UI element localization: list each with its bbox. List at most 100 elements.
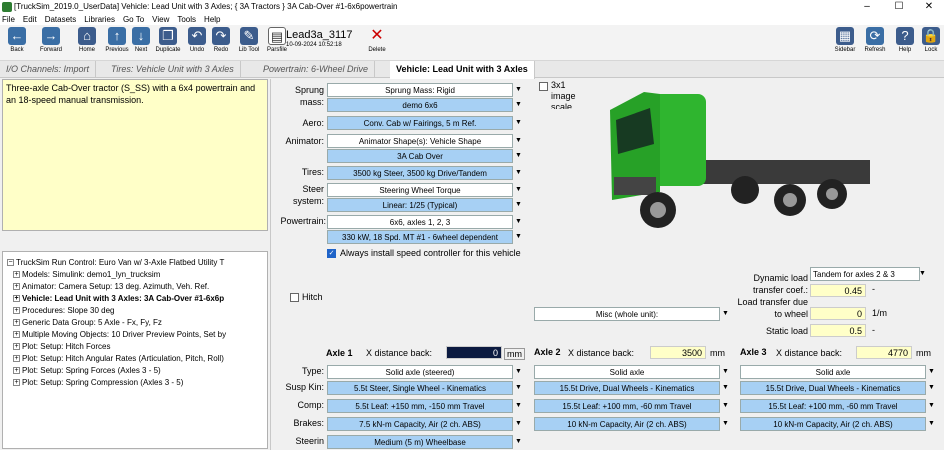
chevron-down-icon[interactable]: ▼ — [721, 417, 730, 431]
menu-view[interactable]: View — [152, 15, 169, 24]
axle1-type[interactable]: Solid axle (steered) — [327, 365, 513, 379]
axle2-kin[interactable]: 15.5t Drive, Dual Wheels - Kinematics — [534, 381, 720, 395]
tree-item[interactable]: + Plot: Setup: Hitch Forces — [13, 342, 110, 352]
animator-category[interactable]: Animator Shape(s): Vehicle Shape — [327, 134, 513, 148]
powertrain-dataset[interactable]: 330 kW, 18 Spd. MT #1 - 6wheel dependent — [327, 230, 513, 244]
sidebar-button[interactable]: ▦ Sidebar — [832, 27, 858, 59]
chevron-down-icon[interactable]: ▼ — [927, 365, 936, 379]
dynamic-load-select[interactable]: Tandem for axles 2 & 3 — [810, 267, 920, 281]
tree-root[interactable]: − TruckSim Run Control: Euro Van w/ 3-Axl… — [7, 258, 224, 268]
chevron-down-icon[interactable]: ▼ — [514, 134, 523, 148]
chevron-down-icon[interactable]: ▼ — [514, 149, 523, 163]
axle1-brakes[interactable]: 7.5 kN-m Capacity, Air (2 ch. ABS) — [327, 417, 513, 431]
axle3-kin[interactable]: 15.5t Drive, Dual Wheels - Kinematics — [740, 381, 926, 395]
close-button[interactable]: ✕ — [914, 0, 944, 14]
menu-help[interactable]: Help — [204, 15, 220, 24]
menu-goto[interactable]: Go To — [123, 15, 144, 24]
chevron-down-icon[interactable]: ▼ — [514, 198, 523, 212]
axle2-comp[interactable]: 15.5t Leaf: +100 mm, -60 mm Travel — [534, 399, 720, 413]
tree-item[interactable]: + Models: Simulink: demo1_lyn_trucksim — [13, 270, 160, 280]
chevron-down-icon[interactable]: ▼ — [927, 399, 936, 413]
chevron-down-icon[interactable]: ▼ — [514, 98, 523, 112]
chevron-down-icon[interactable]: ▼ — [721, 381, 730, 395]
powertrain-category[interactable]: 6x6, axles 1, 2, 3 — [327, 215, 513, 229]
tree-item[interactable]: + Plot: Setup: Hitch Angular Rates (Artic… — [13, 354, 224, 364]
chevron-down-icon[interactable]: ▼ — [514, 365, 523, 379]
help-button[interactable]: ? Help — [892, 27, 918, 59]
menu-file[interactable]: File — [2, 15, 15, 24]
forward-button[interactable]: → Forward — [38, 27, 64, 59]
speed-controller-checkbox[interactable]: ✓ — [327, 249, 336, 258]
animator-dataset[interactable]: 3A Cab Over — [327, 149, 513, 163]
tab-vehicle[interactable]: Vehicle: Lead Unit with 3 Axles — [390, 61, 535, 79]
tree-item[interactable]: + Plot: Setup: Spring Compression (Axles … — [13, 378, 183, 388]
pane-divider[interactable] — [270, 79, 271, 450]
static-load-value[interactable]: 0.5 — [810, 324, 866, 337]
menu-tools[interactable]: Tools — [177, 15, 196, 24]
hitch-checkbox[interactable] — [290, 293, 299, 302]
tires-dataset[interactable]: 3500 kg Steer, 3500 kg Drive/Tandem — [327, 166, 513, 180]
tree-item[interactable]: + Procedures: Slope 30 deg — [13, 306, 115, 316]
sprung-mass-category[interactable]: Sprung Mass: Rigid — [327, 83, 513, 97]
tree-item[interactable]: + Animator: Camera Setup: 13 deg. Azimuth… — [13, 282, 209, 292]
chevron-down-icon[interactable]: ▼ — [927, 417, 936, 431]
refresh-button[interactable]: ⟳ Refresh — [862, 27, 888, 59]
tab-tires[interactable]: Tires: Vehicle Unit with 3 Axles — [105, 61, 241, 78]
menu-datasets[interactable]: Datasets — [45, 15, 77, 24]
chevron-down-icon[interactable]: ▼ — [721, 365, 730, 379]
minimize-button[interactable]: – — [852, 0, 882, 14]
axle1-steering[interactable]: Medium (5 m) Wheelbase — [327, 435, 513, 449]
chevron-down-icon[interactable]: ▼ — [514, 417, 523, 431]
notes-field[interactable]: Three-axle Cab-Over tractor (S_SS) with … — [2, 79, 268, 231]
undo-button[interactable]: ↶ Undo — [184, 27, 210, 59]
tree-item[interactable]: + Multiple Moving Objects: 10 Driver Prev… — [13, 330, 226, 340]
chevron-down-icon[interactable]: ▼ — [721, 307, 730, 321]
load-transfer-value[interactable]: 0 — [810, 307, 866, 320]
chevron-down-icon[interactable]: ▼ — [514, 435, 523, 449]
next-button[interactable]: ↓ Next — [128, 27, 154, 59]
duplicate-button[interactable]: ❐ Duplicate — [155, 27, 181, 59]
axle1-x-input[interactable]: 0 — [446, 346, 502, 359]
tree-item-selected[interactable]: + Vehicle: Lead Unit with 3 Axles: 3A Cab… — [13, 294, 224, 304]
tab-powertrain[interactable]: Powertrain: 6-Wheel Drive — [257, 61, 376, 78]
steer-dataset[interactable]: Linear: 1/25 (Typical) — [327, 198, 513, 212]
redo-button[interactable]: ↷ Redo — [208, 27, 234, 59]
previous-button[interactable]: ↑ Previous — [104, 27, 130, 59]
chevron-down-icon[interactable]: ▼ — [927, 381, 936, 395]
home-button[interactable]: ⌂ Home — [74, 27, 100, 59]
menu-libraries[interactable]: Libraries — [84, 15, 115, 24]
tree-item[interactable]: + Plot: Setup: Spring Forces (Axles 3 - 5… — [13, 366, 161, 376]
axle3-brakes[interactable]: 10 kN-m Capacity, Air (2 ch. ABS) — [740, 417, 926, 431]
chevron-down-icon[interactable]: ▼ — [514, 183, 523, 197]
tab-io-channels[interactable]: I/O Channels: Import — [0, 61, 97, 78]
axle3-comp[interactable]: 15.5t Leaf: +100 mm, -60 mm Travel — [740, 399, 926, 413]
lock-button[interactable]: 🔒 Lock — [918, 27, 944, 59]
chevron-down-icon[interactable]: ▼ — [514, 166, 523, 180]
delete-button[interactable]: ✕ Delete — [364, 27, 390, 59]
chevron-down-icon[interactable]: ▼ — [514, 399, 523, 413]
chevron-down-icon[interactable]: ▼ — [514, 83, 523, 97]
chevron-down-icon[interactable]: ▼ — [514, 381, 523, 395]
axle1-comp[interactable]: 5.5t Leaf: +150 mm, -150 mm Travel — [327, 399, 513, 413]
axle3-type[interactable]: Solid axle — [740, 365, 926, 379]
axle3-x-input[interactable]: 4770 — [856, 346, 912, 359]
maximize-button[interactable]: ☐ — [884, 0, 914, 14]
chevron-down-icon[interactable]: ▼ — [514, 230, 523, 244]
sprung-mass-dataset[interactable]: demo 6x6 — [327, 98, 513, 112]
misc-select[interactable]: Misc (whole unit): — [534, 307, 720, 321]
chevron-down-icon[interactable]: ▼ — [514, 116, 523, 130]
axle1-kin[interactable]: 5.5t Steer, Single Wheel - Kinematics — [327, 381, 513, 395]
axle2-x-input[interactable]: 3500 — [650, 346, 706, 359]
lib-tool-button[interactable]: ✎ Lib Tool — [236, 27, 262, 59]
axle2-type[interactable]: Solid axle — [534, 365, 720, 379]
menu-edit[interactable]: Edit — [23, 15, 37, 24]
image-scale-checkbox[interactable] — [539, 82, 548, 91]
aero-dataset[interactable]: Conv. Cab w/ Fairings, 5 m Ref. — [327, 116, 513, 130]
chevron-down-icon[interactable]: ▼ — [721, 399, 730, 413]
chevron-down-icon[interactable]: ▼ — [918, 267, 927, 281]
chevron-down-icon[interactable]: ▼ — [514, 215, 523, 229]
back-button[interactable]: ← Back — [4, 27, 30, 59]
axle2-brakes[interactable]: 10 kN-m Capacity, Air (2 ch. ABS) — [534, 417, 720, 431]
steer-category[interactable]: Steering Wheel Torque — [327, 183, 513, 197]
dynamic-load-value[interactable]: 0.45 — [810, 284, 866, 297]
